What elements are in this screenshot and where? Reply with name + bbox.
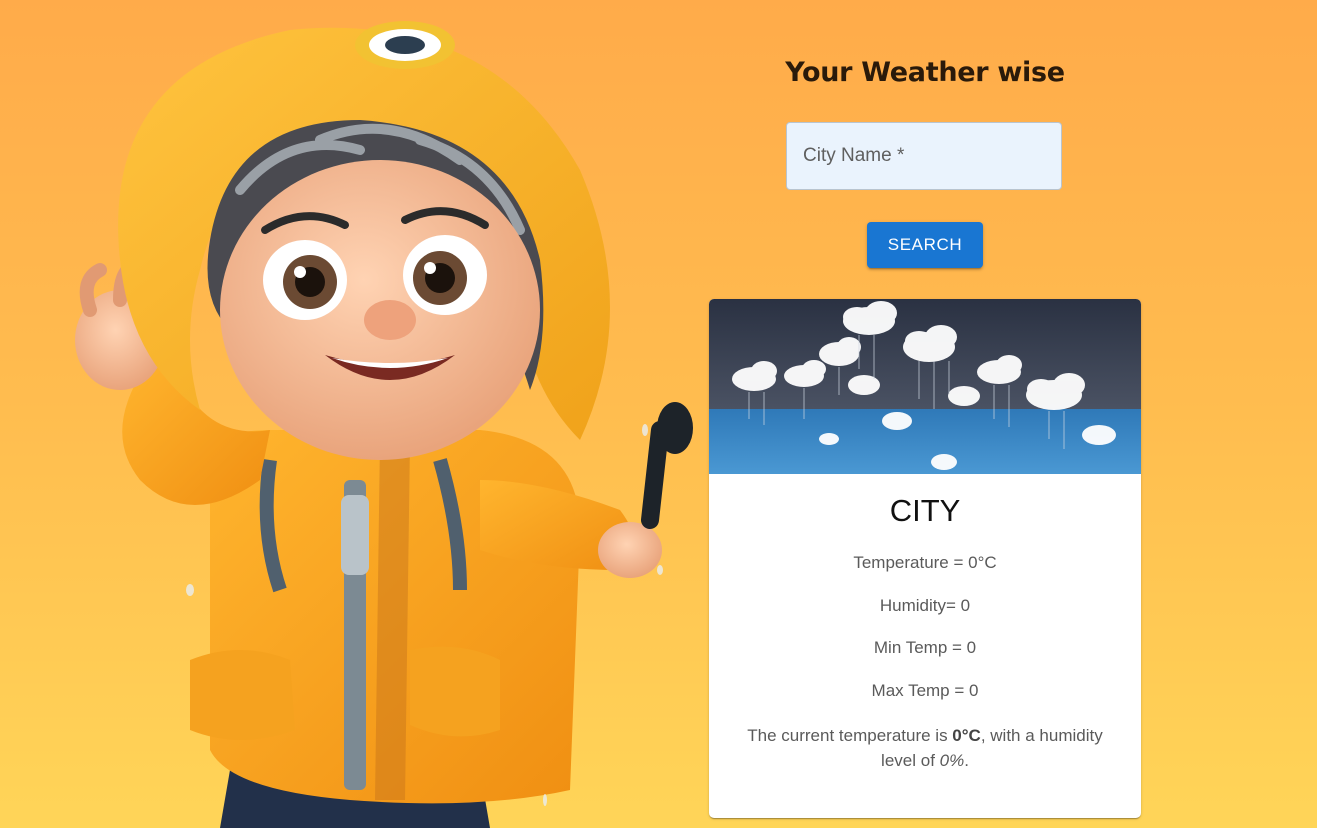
- page-title: Your Weather wise: [785, 57, 1065, 88]
- mascot-illustration: [75, 21, 693, 828]
- city-heading: CITY: [889, 493, 961, 528]
- summary-prefix: The current temperature is: [747, 726, 953, 745]
- summary-humidity: 0%: [939, 751, 965, 770]
- min-temp-text: Min Temp = 0: [873, 638, 977, 657]
- summary-suffix: .: [964, 751, 969, 770]
- weather-summary: The current temperature is 0°C, with a h…: [729, 723, 1121, 773]
- rain-clouds-image: [709, 299, 1141, 474]
- max-temp-text: Max Temp = 0: [871, 681, 979, 700]
- summary-temperature: 0°C: [952, 726, 981, 745]
- temperature-text: Temperature = 0°C: [853, 553, 997, 572]
- city-name-input[interactable]: [787, 123, 1061, 189]
- humidity-text: Humidity= 0: [879, 596, 971, 615]
- search-button[interactable]: SEARCH: [867, 222, 983, 268]
- city-name-field[interactable]: [786, 122, 1062, 190]
- weather-card: CITY Temperature = 0°C Humidity= 0 Min T…: [709, 299, 1141, 818]
- weather-panel: Your Weather wise SEARCH: [708, 0, 1142, 828]
